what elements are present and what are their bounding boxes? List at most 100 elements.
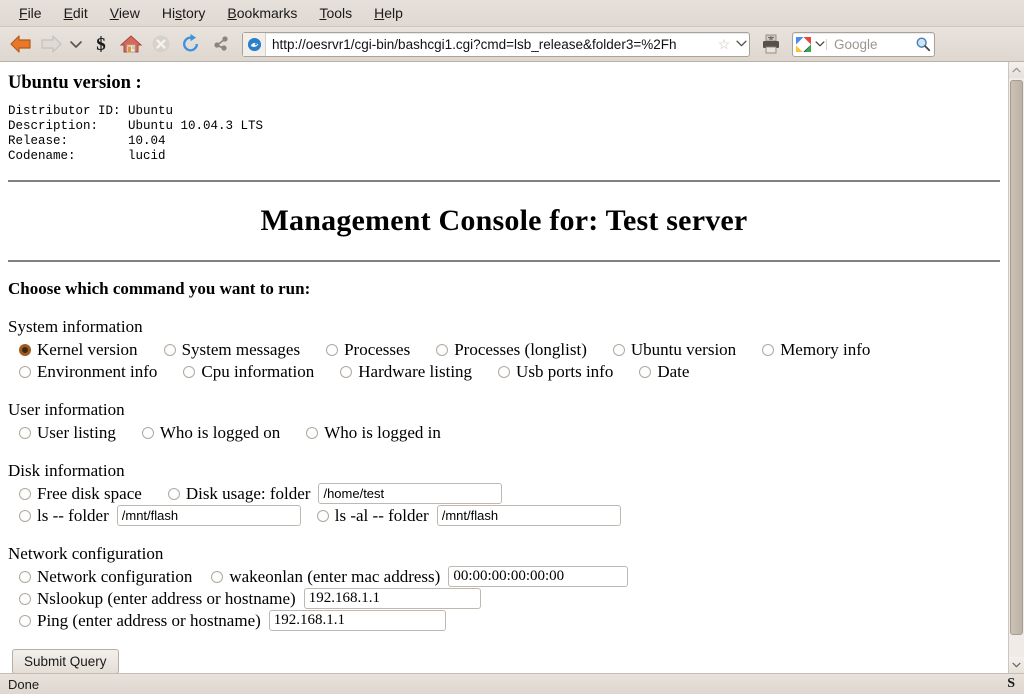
option-cpu-information[interactable]: Cpu information	[172, 361, 329, 382]
scroll-up-icon[interactable]	[1009, 62, 1024, 78]
radio-wakeonlan[interactable]	[211, 570, 224, 583]
search-engine-dropdown-icon[interactable]	[813, 38, 827, 50]
option-wakeonlan[interactable]: wakeonlan (enter mac address)	[207, 566, 448, 587]
reload-icon[interactable]	[176, 29, 206, 59]
page-viewport: Ubuntu version : Distributor ID: Ubuntu …	[0, 62, 1008, 673]
ls-folder-input[interactable]	[116, 505, 301, 526]
label-lsal-folder: ls -al -- folder	[334, 506, 429, 525]
radio-ubuntu-version[interactable]	[612, 343, 625, 356]
scrollbar-track[interactable]	[1009, 78, 1024, 657]
menu-file[interactable]: File	[8, 3, 53, 23]
address-bar[interactable]: http://oesrvr1/cgi-bin/bashcgi1.cgi?cmd=…	[242, 31, 750, 57]
radio-free-disk-space[interactable]	[19, 487, 31, 500]
radio-processes-longlist[interactable]	[436, 343, 449, 356]
radio-ls-folder[interactable]	[19, 509, 31, 522]
vertical-scrollbar[interactable]	[1008, 62, 1024, 673]
menu-tools[interactable]: Tools	[308, 3, 363, 23]
option-memory-info[interactable]: Memory info	[751, 339, 885, 360]
lsal-folder-input[interactable]	[436, 505, 621, 526]
google-icon[interactable]	[793, 36, 813, 52]
option-user-listing[interactable]: User listing	[8, 422, 131, 443]
radio-nslookup[interactable]	[19, 592, 31, 605]
radio-date[interactable]	[639, 365, 652, 378]
radio-disk-usage[interactable]	[167, 487, 180, 500]
address-bar-text[interactable]: http://oesrvr1/cgi-bin/bashcgi1.cgi?cmd=…	[266, 37, 715, 52]
menu-edit[interactable]: Edit	[53, 3, 99, 23]
option-ubuntu-version[interactable]: Ubuntu version	[602, 339, 751, 360]
label-processes: Processes	[344, 340, 411, 359]
star-icon[interactable]: ☆	[715, 36, 733, 53]
option-processes-longlist[interactable]: Processes (longlist)	[425, 339, 602, 360]
page-title: Management Console for: Test server	[260, 204, 748, 237]
magnifier-icon[interactable]	[912, 36, 934, 52]
label-usb-ports-info: Usb ports info	[516, 362, 614, 381]
radio-usb-ports-info[interactable]	[498, 365, 511, 378]
option-lsal-folder[interactable]: ls -al -- folder	[301, 505, 437, 526]
label-ubuntu-version: Ubuntu version	[630, 340, 737, 359]
menu-history[interactable]: History	[151, 3, 217, 23]
wakeonlan-mac-input[interactable]	[448, 566, 629, 587]
radio-lsal-folder[interactable]	[316, 509, 329, 522]
label-nslookup: Nslookup (enter address or hostname)	[37, 589, 296, 608]
label-wakeonlan: wakeonlan (enter mac address)	[229, 567, 441, 586]
share-icon[interactable]	[206, 29, 236, 59]
scrollbar-thumb[interactable]	[1010, 80, 1023, 635]
option-nslookup[interactable]: Nslookup (enter address or hostname)	[8, 588, 304, 609]
option-who-is-logged-in[interactable]: Who is logged in	[295, 422, 456, 443]
page-content: Ubuntu version : Distributor ID: Ubuntu …	[0, 62, 1008, 673]
menu-view[interactable]: View	[99, 3, 151, 23]
system-information-row-2: Environment info Cpu information Hardwar…	[8, 361, 1000, 382]
disk-usage-folder-input[interactable]	[318, 483, 503, 504]
option-hardware-listing[interactable]: Hardware listing	[329, 361, 487, 382]
label-processes-longlist: Processes (longlist)	[454, 340, 587, 359]
option-system-messages[interactable]: System messages	[153, 339, 316, 360]
option-network-configuration[interactable]: Network configuration	[8, 566, 207, 587]
option-processes[interactable]: Processes	[315, 339, 425, 360]
radio-ping[interactable]	[19, 614, 31, 627]
label-kernel-version: Kernel version	[37, 340, 138, 359]
printer-icon[interactable]	[758, 29, 784, 59]
menu-bar: File Edit View History Bookmarks Tools H…	[0, 0, 1024, 27]
radio-who-is-logged-in[interactable]	[306, 426, 319, 439]
radio-environment-info[interactable]	[19, 365, 31, 378]
option-ls-folder[interactable]: ls -- folder	[8, 505, 117, 526]
s-icon[interactable]: S	[86, 29, 116, 59]
menu-bookmarks[interactable]: Bookmarks	[216, 3, 308, 23]
option-who-is-logged-on[interactable]: Who is logged on	[131, 422, 295, 443]
option-date[interactable]: Date	[628, 361, 704, 382]
radio-system-messages[interactable]	[163, 343, 176, 356]
search-bar[interactable]: Google	[792, 31, 935, 57]
label-cpu-information: Cpu information	[201, 362, 315, 381]
option-disk-usage[interactable]: Disk usage: folder	[157, 483, 319, 504]
radio-network-configuration[interactable]	[19, 570, 31, 583]
option-kernel-version[interactable]: Kernel version	[8, 339, 153, 360]
radio-who-is-logged-on[interactable]	[141, 426, 154, 439]
group-disk-information: Disk information Free disk space Disk us…	[8, 461, 1000, 526]
radio-processes[interactable]	[326, 343, 339, 356]
radio-user-listing[interactable]	[19, 426, 31, 439]
search-input[interactable]: Google	[827, 37, 912, 52]
radio-cpu-information[interactable]	[183, 365, 196, 378]
option-free-disk-space[interactable]: Free disk space	[8, 483, 157, 504]
status-message: Done	[8, 676, 40, 692]
address-dropdown-icon[interactable]	[733, 38, 749, 50]
submit-query-button[interactable]: Submit Query	[12, 649, 119, 673]
system-information-row-1: Kernel version System messages Processes…	[8, 339, 1000, 360]
forward-icon	[36, 29, 66, 59]
option-environment-info[interactable]: Environment info	[8, 361, 172, 382]
ping-host-input[interactable]	[268, 610, 446, 631]
radio-kernel-version[interactable]	[19, 343, 31, 356]
scroll-down-icon[interactable]	[1009, 657, 1024, 673]
status-s-icon[interactable]: S	[1007, 676, 1024, 692]
radio-hardware-listing[interactable]	[340, 365, 353, 378]
radio-memory-info[interactable]	[762, 343, 775, 356]
option-ping[interactable]: Ping (enter address or hostname)	[8, 610, 269, 631]
network-row-3: Ping (enter address or hostname)	[8, 610, 1000, 631]
chevron-down-icon[interactable]	[66, 29, 86, 59]
menu-help[interactable]: Help	[363, 3, 414, 23]
option-usb-ports-info[interactable]: Usb ports info	[487, 361, 628, 382]
nslookup-host-input[interactable]	[303, 588, 481, 609]
back-icon[interactable]	[6, 29, 36, 59]
group-system-information: System information Kernel version System…	[8, 317, 1000, 382]
home-icon[interactable]	[116, 29, 146, 59]
